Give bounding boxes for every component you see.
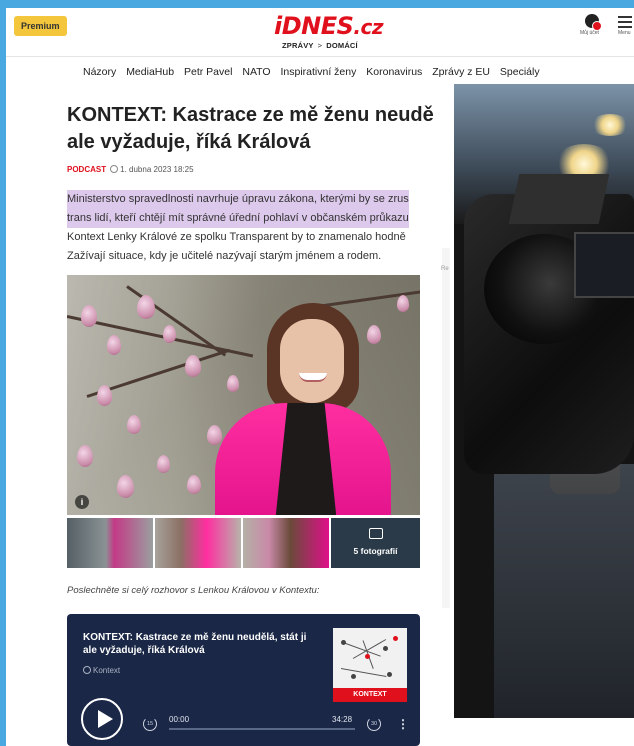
gallery-thumbnail[interactable] <box>67 518 153 568</box>
hamburger-menu-icon[interactable] <box>618 16 632 31</box>
podcast-player: KONTEXT: Kastrace ze mě ženu neudělá, st… <box>67 614 420 746</box>
rewind-15-button[interactable]: 15 <box>143 717 157 731</box>
nav-item-petr-pavel[interactable]: Petr Pavel <box>184 66 232 78</box>
article-meta: PODCAST 1. dubna 2023 18:25 <box>67 165 194 174</box>
gallery-thumbnail[interactable] <box>243 518 329 568</box>
breadcrumb: ZPRÁVY > DOMÁCÍ <box>282 41 358 50</box>
publish-date: 1. dubna 2023 18:25 <box>120 165 194 174</box>
nav-item-zpravy-z-eu[interactable]: Zprávy z EU <box>432 66 490 78</box>
podcast-source-label: Kontext <box>93 666 121 675</box>
article-perex: Ministerstvo spravedlnosti navrhuje úpra… <box>67 190 453 266</box>
logo-text: iDNES <box>274 12 354 40</box>
nav-item-koronavirus[interactable]: Koronavirus <box>366 66 422 78</box>
progress-bar[interactable] <box>169 728 355 730</box>
podcast-cover-label: KONTEXT <box>333 688 407 702</box>
play-button[interactable] <box>81 698 123 740</box>
headline-line-1: KONTEXT: Kastrace ze mě ženu neudě <box>67 104 434 126</box>
site-logo[interactable]: iDNES.cz <box>274 12 384 40</box>
nav-item-nato[interactable]: NATO <box>242 66 270 78</box>
user-account-label[interactable]: Můj účet <box>580 30 599 36</box>
perex-highlight-line-2: trans lidí, kteří chtějí mít správné úře… <box>67 209 409 228</box>
user-account-icon[interactable] <box>585 14 602 31</box>
perex-line-3: Kontext Lenky Králové ze spolku Transpar… <box>67 231 406 243</box>
gallery-icon <box>368 528 383 539</box>
nav-item-specialy[interactable]: Speciály <box>500 66 540 78</box>
gallery-count: 5 fotografií <box>353 546 398 556</box>
podcast-title[interactable]: KONTEXT: Kastrace ze mě ženu neudělá, st… <box>83 631 323 657</box>
nav-item-nazory[interactable]: Názory <box>83 66 116 78</box>
main-article-photo[interactable]: i <box>67 275 420 515</box>
overlay-camera-photo <box>454 84 634 718</box>
header-divider <box>6 56 634 57</box>
category-tag[interactable]: PODCAST <box>67 165 106 174</box>
breadcrumb-separator: > <box>317 41 323 50</box>
gallery-open-button[interactable]: 5 fotografií <box>331 518 420 568</box>
photo-gallery-strip: 5 fotografií <box>67 518 420 568</box>
forward-30-button[interactable]: 30 <box>367 717 381 731</box>
nav-item-mediahub[interactable]: MediaHub <box>126 66 174 78</box>
breadcrumb-item-zpravy[interactable]: ZPRÁVY <box>282 41 314 50</box>
logo-suffix: .cz <box>353 15 384 39</box>
listen-intro-text: Poslechněte si celý rozhovor s Lenkou Kr… <box>67 585 320 596</box>
headline-line-2: ale vyžaduje, říká Králová <box>67 131 311 153</box>
podcast-cover[interactable]: KONTEXT <box>333 628 407 702</box>
premium-button[interactable]: Premium <box>14 16 67 36</box>
side-column <box>442 248 450 608</box>
perex-highlight-line-1: Ministerstvo spravedlnosti navrhuje úpra… <box>67 190 409 209</box>
podcast-source-icon <box>83 666 91 674</box>
perex-line-4: Zažívají situace, kdy je učitelé nazývaj… <box>67 250 382 262</box>
side-column-label: Re <box>441 266 449 272</box>
gallery-thumbnail[interactable] <box>155 518 241 568</box>
breadcrumb-item-domaci[interactable]: DOMÁCÍ <box>326 41 358 50</box>
section-navbar: Názory MediaHub Petr Pavel NATO Inspirat… <box>83 66 547 78</box>
nav-item-inspirativni-zeny[interactable]: Inspirativní ženy <box>280 66 356 78</box>
clock-icon <box>110 165 119 173</box>
podcast-source[interactable]: Kontext <box>83 666 120 675</box>
page: Premium iDNES.cz ZPRÁVY > DOMÁCÍ Můj účet … <box>6 8 634 746</box>
menu-label[interactable]: Menu <box>618 30 631 36</box>
time-current: 00:00 <box>169 715 190 724</box>
more-options-button[interactable]: ⋮ <box>397 717 409 731</box>
article-headline: KONTEXT: Kastrace ze mě ženu neudě ale v… <box>67 102 457 156</box>
time-total: 34:28 <box>332 715 353 724</box>
photo-info-icon[interactable]: i <box>75 495 89 509</box>
